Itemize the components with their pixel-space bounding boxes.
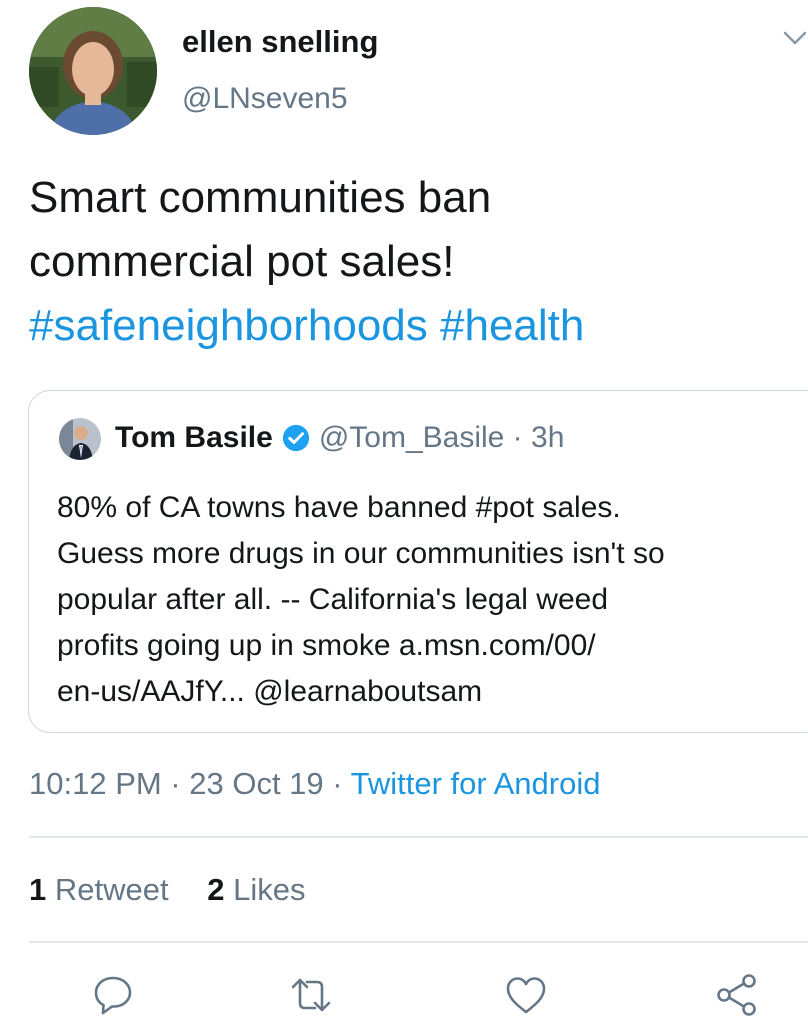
tweet-text-line: commercial pot sales! [29, 237, 455, 286]
tweet-meta: 10:12 PM · 23 Oct 19 · Twitter for Andro… [29, 766, 600, 802]
divider [29, 836, 808, 838]
tweet-timestamp: 10:12 PM · 23 Oct 19 · [29, 766, 351, 801]
quoted-tweet-text: 80% of CA towns have banned #pot sales. … [57, 485, 808, 715]
retweets-stat[interactable]: 1 Retweet [29, 872, 169, 907]
tweet-source-link[interactable]: Twitter for Android [351, 766, 601, 801]
quoted-author-name[interactable]: Tom Basile [115, 421, 273, 455]
quoted-tweet-card[interactable]: Tom Basile @Tom_Basile · 3h 80% of CA to… [28, 390, 808, 733]
quoted-handle-time: @Tom_Basile · 3h [318, 421, 565, 454]
hashtag-link[interactable]: #safeneighborhoods [29, 301, 428, 350]
reply-icon[interactable] [90, 972, 136, 1018]
quoted-text-line: en-us/AAJfY... @learnaboutsam [57, 675, 483, 708]
quoted-avatar-image [59, 418, 101, 460]
quoted-text-line: popular after all. -- California's legal… [57, 583, 609, 616]
author-avatar[interactable] [29, 7, 157, 135]
author-name[interactable]: ellen snelling [182, 24, 378, 60]
divider [29, 941, 808, 943]
heart-icon[interactable] [503, 972, 549, 1018]
quoted-text-line: Guess more drugs in our communities isn'… [57, 537, 665, 570]
retweets-count: 1 [29, 872, 47, 907]
author-handle[interactable]: @LNseven5 [182, 82, 348, 116]
quoted-text-line: profits going up in smoke a.msn.com/00/ [57, 629, 596, 662]
quoted-author-avatar [59, 418, 101, 460]
share-icon[interactable] [714, 972, 760, 1018]
verified-badge-icon [281, 423, 311, 453]
hashtag-link[interactable]: #health [440, 301, 584, 350]
retweets-label: Retweet [54, 872, 169, 907]
likes-count: 2 [207, 872, 225, 907]
tweet-text: Smart communities ban commercial pot sal… [29, 166, 789, 358]
quoted-text-line: 80% of CA towns have banned #pot sales. [57, 491, 621, 524]
tweet-hashtags: #safeneighborhoods #health [29, 294, 789, 358]
avatar-image [29, 7, 157, 135]
tweet-stats: 1 Retweet 2 Likes [29, 872, 335, 908]
quoted-header: Tom Basile @Tom_Basile · 3h [115, 421, 564, 455]
likes-stat[interactable]: 2 Likes [207, 872, 305, 907]
likes-label: Likes [233, 872, 306, 907]
retweet-icon[interactable] [288, 972, 334, 1018]
tweet-text-line: Smart communities ban [29, 173, 492, 222]
chevron-down-icon[interactable] [782, 28, 808, 48]
